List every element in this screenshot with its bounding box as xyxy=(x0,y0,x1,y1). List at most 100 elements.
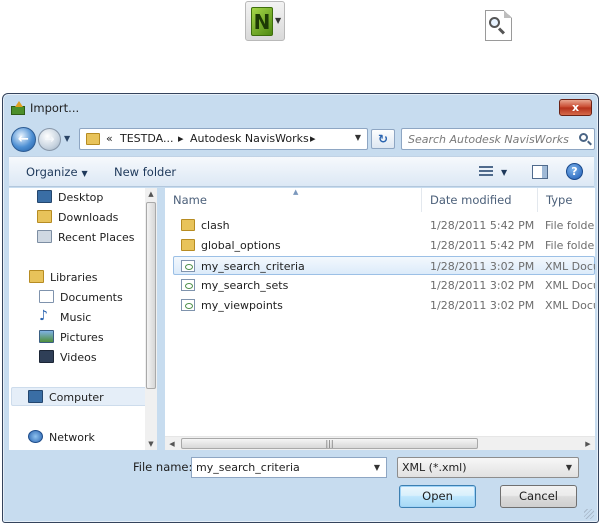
file-name-input[interactable] xyxy=(192,458,368,477)
computer-icon xyxy=(28,390,43,403)
resize-grip-icon[interactable] xyxy=(584,509,594,519)
chevron-down-icon[interactable]: ▼ xyxy=(501,168,507,177)
documents-icon xyxy=(39,290,54,303)
file-name-combobox[interactable]: ▼ xyxy=(191,457,387,478)
sidebar-item-computer[interactable]: Computer xyxy=(11,387,149,406)
document-search-icon[interactable] xyxy=(485,10,512,41)
file-row-my-viewpoints[interactable]: my_viewpoints 1/28/2011 3:02 PM XML Docu xyxy=(165,296,595,315)
dialog-title: Import... xyxy=(30,101,80,115)
refresh-button[interactable]: ↻ xyxy=(371,129,395,149)
file-type: XML Docu xyxy=(545,260,595,273)
sidebar-item-network[interactable]: Network xyxy=(9,428,147,447)
network-icon xyxy=(28,430,43,443)
sidebar-item-label: Documents xyxy=(60,291,123,304)
file-name: my_search_criteria xyxy=(201,260,305,273)
videos-icon xyxy=(39,350,54,363)
sidebar-item-pictures[interactable]: Pictures xyxy=(9,328,147,347)
scrollbar-thumb[interactable]: ||| xyxy=(181,438,478,449)
sidebar-item-label: Music xyxy=(60,311,92,324)
xml-file-icon xyxy=(181,299,195,311)
file-date: 1/28/2011 5:42 PM xyxy=(430,239,535,252)
file-name: my_viewpoints xyxy=(201,299,283,312)
back-button[interactable]: ← xyxy=(11,127,36,152)
breadcrumb-chevron-icon[interactable]: ▸ xyxy=(178,132,184,145)
dialog-titlebar: Import... x xyxy=(3,94,598,122)
help-icon[interactable]: ? xyxy=(566,163,583,180)
file-list: ▲ Name Date modified Type clash 1/28/201… xyxy=(165,188,595,450)
libraries-icon xyxy=(29,270,44,283)
address-dropdown-icon[interactable]: ▼ xyxy=(355,133,361,142)
cancel-button[interactable]: Cancel xyxy=(500,485,577,508)
preview-pane-icon[interactable] xyxy=(532,165,548,179)
desktop-icon xyxy=(37,190,52,203)
sidebar-item-music[interactable]: ♪ Music xyxy=(9,308,147,327)
scroll-up-icon[interactable]: ▲ xyxy=(145,188,157,200)
file-type-select[interactable]: XML (*.xml) ▼ xyxy=(397,457,579,478)
file-row-clash[interactable]: clash 1/28/2011 5:42 PM File folder xyxy=(165,216,595,235)
chevron-down-icon: ▼ xyxy=(81,169,88,178)
pictures-icon xyxy=(39,330,54,343)
open-button[interactable]: Open xyxy=(399,485,476,508)
navisworks-app-button[interactable]: N ▼ xyxy=(245,1,285,41)
sidebar-scrollbar[interactable]: ▲ ▼ xyxy=(145,188,157,450)
breadcrumb-testda[interactable]: TESTDA... xyxy=(120,132,173,145)
chevron-down-icon[interactable]: ▼ xyxy=(374,463,380,472)
xml-file-icon xyxy=(181,260,195,272)
new-folder-button[interactable]: New folder xyxy=(114,165,176,179)
organize-label: Organize xyxy=(26,165,78,179)
file-row-my-search-criteria[interactable]: my_search_criteria 1/28/2011 3:02 PM XML… xyxy=(173,256,595,275)
recent-locations-dropdown-icon[interactable]: ▼ xyxy=(64,134,70,143)
file-name: global_options xyxy=(201,239,281,252)
horizontal-scrollbar[interactable]: ◀ ||| ▶ xyxy=(165,436,595,450)
navigation-pane: Desktop Downloads Recent Places Librarie… xyxy=(9,188,157,450)
file-date: 1/28/2011 3:02 PM xyxy=(430,260,535,273)
view-options-icon[interactable] xyxy=(479,166,493,178)
file-row-global-options[interactable]: global_options 1/28/2011 5:42 PM File fo… xyxy=(165,236,595,255)
sidebar-item-libraries[interactable]: Libraries xyxy=(9,268,147,287)
column-header-date-modified[interactable]: Date modified xyxy=(422,188,538,212)
sidebar-item-label: Network xyxy=(49,431,95,444)
file-date: 1/28/2011 3:02 PM xyxy=(430,279,535,292)
sidebar-item-label: Recent Places xyxy=(58,231,135,244)
file-type: XML Docu xyxy=(545,299,595,312)
sidebar-item-label: Desktop xyxy=(58,191,104,204)
sidebar-item-label: Computer xyxy=(49,391,104,404)
sidebar-item-desktop[interactable]: Desktop xyxy=(9,188,147,207)
column-header-name[interactable]: Name xyxy=(165,188,422,212)
sidebar-item-label: Pictures xyxy=(60,331,104,344)
chevron-down-icon: ▼ xyxy=(565,463,572,472)
scroll-left-icon[interactable]: ◀ xyxy=(165,437,179,451)
sidebar-item-recent-places[interactable]: Recent Places xyxy=(9,228,147,247)
close-button[interactable]: x xyxy=(559,99,592,116)
column-header-type[interactable]: Type xyxy=(538,188,595,212)
scrollbar-thumb[interactable] xyxy=(146,202,156,389)
file-name-label: File name: xyxy=(133,460,193,474)
navisworks-logo-icon: N xyxy=(251,7,273,36)
forward-button[interactable]: → xyxy=(38,128,61,151)
file-row-my-search-sets[interactable]: my_search_sets 1/28/2011 3:02 PM XML Doc… xyxy=(165,276,595,295)
sidebar-item-videos[interactable]: Videos xyxy=(9,348,147,367)
sidebar-item-documents[interactable]: Documents xyxy=(9,288,147,307)
xml-file-icon xyxy=(181,279,195,291)
breadcrumb-overflow[interactable]: « xyxy=(106,132,113,145)
scroll-right-icon[interactable]: ▶ xyxy=(581,437,595,451)
file-type: XML Docu xyxy=(545,279,595,292)
magnifier-lens-icon xyxy=(489,17,500,28)
import-icon xyxy=(11,101,27,115)
search-icon[interactable] xyxy=(579,133,588,142)
folder-icon xyxy=(181,239,195,251)
organize-menu[interactable]: Organize ▼ xyxy=(26,165,88,179)
address-bar[interactable]: « TESTDA... ▸ Autodesk NavisWorks ▸ ▼ xyxy=(79,128,368,150)
sidebar-item-label: Downloads xyxy=(58,211,119,224)
scroll-down-icon[interactable]: ▼ xyxy=(145,438,157,450)
search-input[interactable] xyxy=(402,129,572,149)
import-dialog: Import... x ← → ▼ « TESTDA... ▸ Autodesk… xyxy=(2,93,599,523)
folder-icon xyxy=(86,133,100,145)
sidebar-item-label: Libraries xyxy=(50,271,98,284)
breadcrumb-navisworks[interactable]: Autodesk NavisWorks xyxy=(190,132,309,145)
file-name: clash xyxy=(201,219,230,232)
sidebar-item-downloads[interactable]: Downloads xyxy=(9,208,147,227)
command-bar: Organize ▼ New folder ▼ ? xyxy=(9,156,594,187)
breadcrumb-chevron-icon[interactable]: ▸ xyxy=(310,132,316,145)
search-field[interactable] xyxy=(401,128,595,150)
